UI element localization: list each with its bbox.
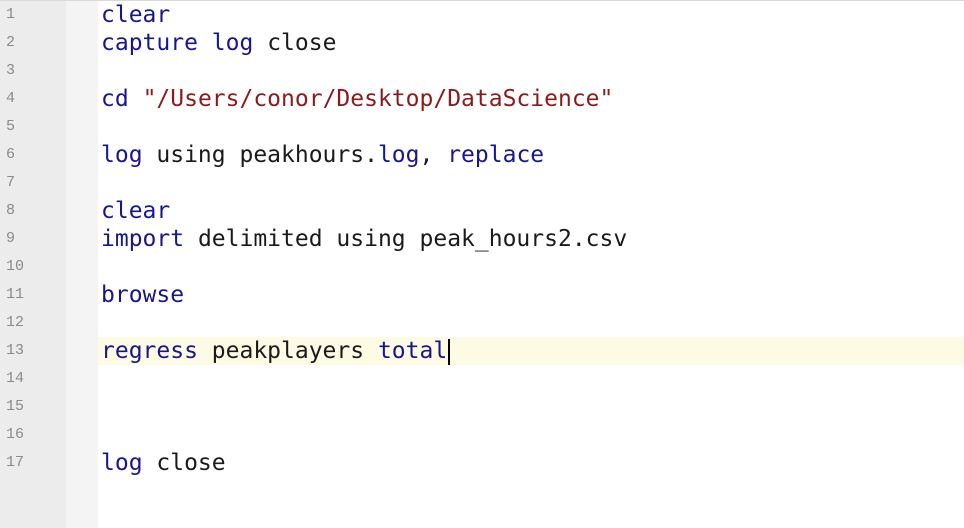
keyword-token: log <box>101 142 143 168</box>
line-number: 13 <box>6 342 25 359</box>
line-number: 17 <box>6 454 25 471</box>
keyword-token: total <box>377 338 448 364</box>
code-line[interactable]: browse <box>98 281 964 309</box>
keyword-token: capture <box>101 30 198 56</box>
code-line[interactable] <box>98 253 964 281</box>
keyword-token: log <box>101 450 143 476</box>
code-line[interactable]: log using peakhours.log, replace <box>98 141 964 169</box>
code-line[interactable]: clear <box>98 197 964 225</box>
code-line[interactable]: cd "/Users/conor/Desktop/DataScience" <box>98 85 964 113</box>
line-number: 16 <box>6 426 25 443</box>
line-number: 12 <box>6 314 25 331</box>
text-token: close <box>253 30 337 56</box>
text-token: delimited using peak_hours2.csv <box>184 226 628 252</box>
code-line[interactable] <box>98 393 964 421</box>
code-line[interactable]: clear <box>98 1 964 29</box>
code-line[interactable]: log close <box>98 449 964 477</box>
keyword-token: clear <box>101 198 171 224</box>
code-line[interactable]: import delimited using peak_hours2.csv <box>98 225 964 253</box>
text-token: , <box>419 142 448 168</box>
keyword-token: cd <box>101 86 129 112</box>
text-token: close <box>142 450 226 476</box>
keyword-token: import <box>101 226 185 252</box>
text-token: using peakhours. <box>142 142 378 168</box>
code-line[interactable] <box>98 421 964 449</box>
code-line[interactable] <box>98 169 964 197</box>
line-number: 5 <box>6 118 16 135</box>
do-file-editor[interactable]: 1 clear 2 capture log close 3 4 cd "/Users/con… <box>0 0 964 528</box>
keyword-token: browse <box>101 282 185 308</box>
keyword-token: log <box>211 30 254 56</box>
fold-margin <box>66 1 98 528</box>
line-number: 7 <box>6 174 16 191</box>
string-token: "/Users/conor/Desktop/DataScience" <box>142 86 614 112</box>
keyword-token: replace <box>447 142 545 168</box>
line-number: 6 <box>6 146 16 163</box>
code-line[interactable] <box>98 113 964 141</box>
keyword-token: regress <box>101 338 198 364</box>
line-number: 8 <box>6 202 16 219</box>
line-number: 9 <box>6 230 16 247</box>
line-number: 11 <box>6 286 25 303</box>
line-number: 3 <box>6 62 16 79</box>
text-token: peakplayers <box>197 338 378 364</box>
code-line[interactable] <box>98 309 964 337</box>
code-line[interactable] <box>98 57 964 85</box>
line-number: 10 <box>6 258 25 275</box>
line-number: 14 <box>6 370 25 387</box>
code-line[interactable] <box>98 365 964 393</box>
line-number: 15 <box>6 398 25 415</box>
code-line-current[interactable]: regress peakplayers total <box>98 337 964 365</box>
text-cursor <box>448 338 451 365</box>
code-line[interactable]: capture log close <box>98 29 964 57</box>
keyword-token: clear <box>101 2 171 28</box>
line-number: 1 <box>6 6 16 23</box>
line-number: 2 <box>6 34 16 51</box>
line-number: 4 <box>6 90 16 107</box>
keyword-token: log <box>377 142 420 168</box>
